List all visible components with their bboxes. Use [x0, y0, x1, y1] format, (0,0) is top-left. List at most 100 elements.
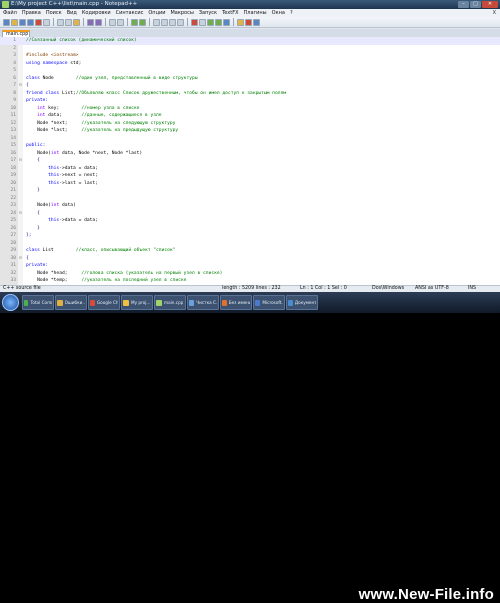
- taskbar-task[interactable]: Total Comm...: [22, 295, 54, 310]
- code-line[interactable]: 27};: [0, 232, 500, 240]
- play-macro-icon[interactable]: [207, 18, 214, 26]
- maximize-button[interactable]: □: [470, 1, 481, 8]
- taskbar-task[interactable]: Google Ch...: [88, 295, 120, 310]
- code-line[interactable]: 26 }: [0, 225, 500, 233]
- fold-marker-icon[interactable]: ⊟: [18, 255, 23, 263]
- code-line[interactable]: 10 int key; //номер узла в списке: [0, 105, 500, 113]
- taskbar-task[interactable]: My proj...: [121, 295, 153, 310]
- replace-icon[interactable]: [117, 18, 124, 26]
- code-token: int: [26, 113, 46, 118]
- start-button[interactable]: [2, 294, 19, 311]
- sync-scroll-icon[interactable]: [153, 18, 160, 26]
- code-line[interactable]: 8 friend class List;//Объявляю класс Спис…: [0, 90, 500, 98]
- menu-item[interactable]: Файл: [3, 9, 17, 17]
- fold-marker-icon[interactable]: ⊟: [18, 210, 23, 218]
- find-icon[interactable]: [109, 18, 116, 26]
- code-line[interactable]: 4 using namespace std;: [0, 60, 500, 68]
- code-line[interactable]: 16 Node(int data, Node *next, Node *last…: [0, 150, 500, 158]
- code-line[interactable]: 28: [0, 240, 500, 248]
- taskbar-task[interactable]: Microsoft...: [253, 295, 285, 310]
- code-line[interactable]: 11 int data; //данные, содержащиеся в уз…: [0, 112, 500, 120]
- code-token: {: [26, 210, 40, 216]
- close-button[interactable]: ✕: [482, 1, 498, 8]
- plugin-icon[interactable]: [245, 18, 252, 26]
- menu-item[interactable]: Плагины: [244, 9, 267, 17]
- menu-item[interactable]: Запуск: [199, 9, 217, 17]
- plugin-icon[interactable]: [237, 18, 244, 26]
- menu-item[interactable]: Правка: [22, 9, 41, 17]
- plugin-icon[interactable]: [253, 18, 260, 26]
- word-wrap-icon[interactable]: [161, 18, 168, 26]
- code-line[interactable]: 12 Node *next; //указатель на следующую …: [0, 120, 500, 128]
- paste-icon[interactable]: [73, 18, 80, 26]
- taskbar-task[interactable]: main.cpp: [154, 295, 186, 310]
- show-all-chars-icon[interactable]: [169, 18, 176, 26]
- taskbar-task[interactable]: Без имени...: [220, 295, 252, 310]
- line-number: 24: [10, 210, 16, 216]
- code-line[interactable]: 19 this->next = next;: [0, 172, 500, 180]
- code-line[interactable]: 18 this->data = data;: [0, 165, 500, 173]
- menu-item[interactable]: Опции: [148, 9, 165, 17]
- menu-item[interactable]: Вид: [67, 9, 77, 17]
- code-line[interactable]: 13 Node *last; //указатель на предыдущую…: [0, 127, 500, 135]
- code-line[interactable]: 6 class Node //один узел, представленный …: [0, 75, 500, 83]
- code-line[interactable]: 9 private:: [0, 97, 500, 105]
- indent-guide-icon[interactable]: [177, 18, 184, 26]
- code-line[interactable]: 15 public:: [0, 142, 500, 150]
- fold-marker-icon[interactable]: ⊟: [18, 157, 23, 165]
- record-macro-icon[interactable]: [191, 18, 198, 26]
- save-all-icon[interactable]: [27, 18, 34, 26]
- line-number: 19: [10, 173, 16, 178]
- code-line[interactable]: 32 Node *head; //голова списка (указател…: [0, 270, 500, 278]
- open-file-icon[interactable]: [11, 18, 18, 26]
- tab-main-cpp[interactable]: main.cpp: [2, 30, 30, 37]
- zoom-out-icon[interactable]: [139, 18, 146, 26]
- code-line[interactable]: 5: [0, 67, 500, 75]
- menu-item[interactable]: ?: [290, 9, 293, 17]
- copy-icon[interactable]: [65, 18, 72, 26]
- run-macro-multiple-icon[interactable]: [215, 18, 222, 26]
- code-line[interactable]: 2: [0, 45, 500, 53]
- menu-close-doc[interactable]: X: [493, 9, 496, 17]
- taskbar-task[interactable]: Документ...: [286, 295, 318, 310]
- save-macro-icon[interactable]: [223, 18, 230, 26]
- toolbar: [0, 17, 500, 28]
- code-line[interactable]: 33 Node *temp; //указатель на последний …: [0, 277, 500, 285]
- line-number: 26: [10, 225, 16, 231]
- code-line[interactable]: 25 this->data = data;: [0, 217, 500, 225]
- code-line[interactable]: 29 class List //класс, описывающий объект…: [0, 247, 500, 255]
- menu-item[interactable]: Кодировки: [82, 9, 111, 17]
- taskbar-task[interactable]: Ошибки...: [55, 295, 87, 310]
- print-icon[interactable]: [43, 18, 50, 26]
- code-text: Node *head; //голова списка (указатель н…: [26, 270, 222, 278]
- save-icon[interactable]: [19, 18, 26, 26]
- close-file-icon[interactable]: [35, 18, 42, 26]
- code-line[interactable]: 30 ⊟{: [0, 255, 500, 263]
- code-line[interactable]: 20 this->last = last;: [0, 180, 500, 188]
- menu-item[interactable]: Макросы: [170, 9, 193, 17]
- fold-marker-icon[interactable]: ⊟: [18, 82, 23, 90]
- code-line[interactable]: 7 ⊟{: [0, 82, 500, 90]
- code-line[interactable]: 21 }: [0, 187, 500, 195]
- code-line[interactable]: 17 ⊟ {: [0, 157, 500, 165]
- minimize-button[interactable]: –: [458, 1, 469, 8]
- stop-macro-icon[interactable]: [199, 18, 206, 26]
- code-editor[interactable]: 1 //Связанный список (динамический список…: [0, 37, 500, 285]
- menu-item[interactable]: Окна: [272, 9, 285, 17]
- code-line[interactable]: 22: [0, 195, 500, 203]
- code-line[interactable]: 24 ⊟ {: [0, 210, 500, 218]
- code-line[interactable]: 3 #include <iostream>: [0, 52, 500, 60]
- menu-item[interactable]: Поиск: [46, 9, 62, 17]
- code-line[interactable]: 14: [0, 135, 500, 143]
- menu-item[interactable]: Синтаксис: [116, 9, 144, 17]
- code-line[interactable]: 23 Node(int data): [0, 202, 500, 210]
- cut-icon[interactable]: [57, 18, 64, 26]
- menu-item[interactable]: TextFX: [222, 9, 238, 17]
- taskbar-task[interactable]: Чистка C...: [187, 295, 219, 310]
- undo-icon[interactable]: [87, 18, 94, 26]
- code-line[interactable]: 31 private:: [0, 262, 500, 270]
- code-line[interactable]: 1 //Связанный список (динамический список…: [0, 37, 500, 45]
- redo-icon[interactable]: [95, 18, 102, 26]
- zoom-in-icon[interactable]: [131, 18, 138, 26]
- new-file-icon[interactable]: [3, 18, 10, 26]
